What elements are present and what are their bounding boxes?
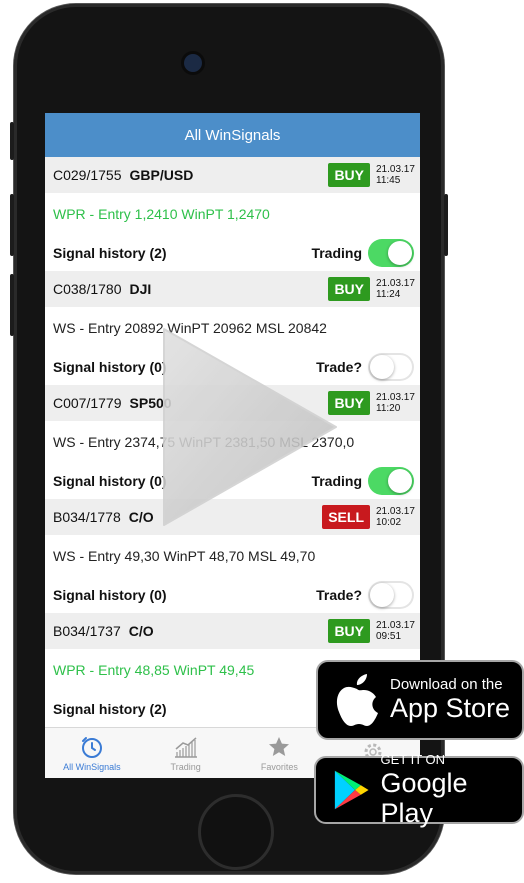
tab-all-winsignals[interactable]: All WinSignals [45,728,139,778]
signal-code: C029/1755 [53,167,122,183]
signal-time: 11:45 [376,175,401,186]
tab-trading[interactable]: Trading [139,728,233,778]
signal-symbol: GBP/USD [129,167,194,183]
signal-header-row[interactable]: B034/1737 C/O BUY 21.03.17 09:51 [45,613,420,649]
signal-datetime: 21.03.17 11:20 [376,392,420,414]
signal-date: 21.03.17 [376,506,415,517]
trade-toggle[interactable] [368,239,414,267]
toggle-knob [388,241,412,265]
clock-icon [79,735,105,759]
title-bar: All WinSignals [45,113,420,157]
chart-icon [173,735,199,759]
signal-date: 21.03.17 [376,392,415,403]
signal-time: 10:02 [376,517,402,528]
google-play-logo-icon [334,770,369,810]
signal-code: B034/1737 [53,623,121,639]
volume-up-button [10,194,14,256]
signal-history-label: Signal history (0) [53,473,167,489]
signal-symbol: C/O [128,623,154,639]
signal-date: 21.03.17 [376,164,415,175]
signal-datetime: 21.03.17 10:02 [376,506,420,528]
tab-label: Favorites [260,761,298,772]
signal-symbol: DJI [129,281,152,297]
front-camera [184,54,202,72]
apple-logo-icon [336,674,378,726]
toggle-knob [370,355,394,379]
signal-datetime: 21.03.17 09:51 [376,620,420,642]
signal-history-label: Signal history (0) [53,359,167,375]
signal-date: 21.03.17 [376,278,415,289]
signal-datetime: 21.03.17 11:24 [376,278,420,300]
signal-entry-text: WS - Entry 49,30 WinPT 48,70 MSL 49,70 [53,548,316,564]
star-icon [266,735,292,759]
signal-history-label: Signal history (2) [53,701,167,717]
signal-history-row[interactable]: Signal history (0) Trade? [45,577,420,613]
signal-time: 09:51 [376,631,402,642]
toggle-knob [370,583,394,607]
action-badge[interactable]: BUY [328,619,370,643]
trade-label: Trade? [316,587,362,603]
signal-code: B034/1778 [53,509,121,525]
google-play-badge[interactable]: GET IT ON Google Play [314,752,524,828]
signal-time: 11:20 [376,403,401,414]
signal-time: 11:24 [376,289,401,300]
google-play-big-text: Google Play [380,768,468,828]
signal-symbol: C/O [128,509,154,525]
signal-date: 21.03.17 [376,620,415,631]
toggle-knob [388,469,412,493]
tab-favorites[interactable]: Favorites [233,728,327,778]
home-button[interactable] [198,794,274,870]
signal-datetime: 21.03.17 11:45 [376,164,420,186]
signal-history-label: Signal history (0) [53,587,167,603]
signal-history-label: Signal history (2) [53,245,167,261]
trade-toggle[interactable] [368,353,414,381]
signal-entry-text: WPR - Entry 1,2410 WinPT 1,2470 [53,206,270,222]
google-play-small-text: GET IT ON [380,752,446,767]
trade-label: Trading [311,245,362,261]
signal-header-row[interactable]: C038/1780 DJI BUY 21.03.17 11:24 [45,271,420,307]
page-title: All WinSignals [184,126,281,144]
app-store-badge[interactable]: Download on the App Store [316,660,524,740]
mute-switch [10,122,14,160]
action-badge[interactable]: BUY [328,277,370,301]
trade-toggle[interactable] [368,467,414,495]
volume-down-button [10,274,14,336]
tab-label: All WinSignals [63,761,121,772]
signal-history-row[interactable]: Signal history (2) Trading [45,235,420,271]
trade-toggle[interactable] [368,581,414,609]
action-badge[interactable]: BUY [328,163,370,187]
signal-code: C038/1780 [53,281,122,297]
signal-code: C007/1779 [53,395,122,411]
play-video-icon[interactable] [160,325,340,530]
app-store-small-text: Download on the [390,676,503,693]
power-button [444,194,448,256]
app-store-big-text: App Store [390,693,511,723]
tab-label: Trading [170,761,201,772]
signal-header-row[interactable]: C029/1755 GBP/USD BUY 21.03.17 11:45 [45,157,420,193]
